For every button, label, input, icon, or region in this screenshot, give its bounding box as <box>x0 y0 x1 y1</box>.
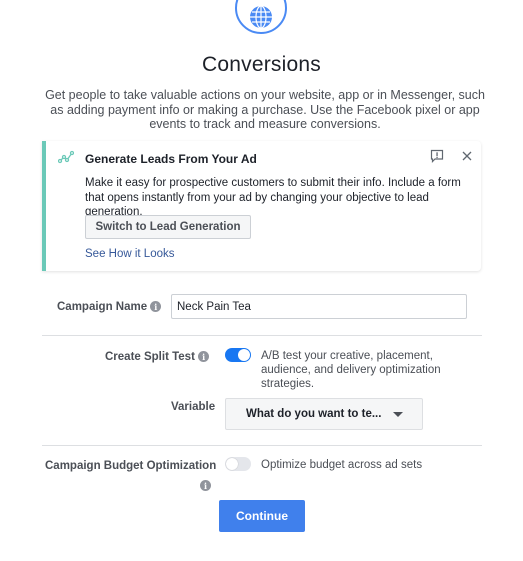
objective-icon-circle <box>235 0 287 34</box>
split-test-help: A/B test your creative, placement, audie… <box>261 350 441 390</box>
lead-generation-card: Generate Leads From Your Ad Make it easy… <box>42 141 481 271</box>
split-test-label: Create Split Test i <box>105 351 210 363</box>
objective-description: Get people to take valuable actions on y… <box>45 88 485 131</box>
budget-optimization-label: Campaign Budget Optimization <box>45 460 217 472</box>
info-icon[interactable]: i <box>150 301 162 313</box>
divider <box>42 445 482 446</box>
budget-optimization-help: Optimize budget across ad sets <box>261 459 423 471</box>
switch-to-lead-generation-button[interactable]: Switch to Lead Generation <box>85 215 251 239</box>
budget-optimization-toggle[interactable] <box>225 457 251 471</box>
campaign-name-label: Campaign Name i <box>57 301 162 313</box>
feedback-icon[interactable] <box>430 149 444 163</box>
campaign-name-input[interactable] <box>171 294 467 319</box>
caret-down-icon <box>393 411 404 417</box>
split-test-toggle[interactable] <box>225 348 251 362</box>
globe-icon <box>250 5 272 29</box>
info-icon[interactable]: i <box>198 351 210 363</box>
page-title: Conversions <box>202 53 321 76</box>
close-icon[interactable] <box>460 149 474 163</box>
divider <box>42 335 482 336</box>
card-description: Make it easy for prospective customers t… <box>85 177 461 218</box>
see-how-it-looks-link[interactable]: See How it Looks <box>85 248 175 260</box>
leads-graph-icon <box>58 150 74 164</box>
info-icon[interactable]: i <box>200 480 211 491</box>
variable-dropdown[interactable]: What do you want to te... <box>225 398 423 430</box>
variable-label: Variable <box>171 401 216 413</box>
card-title: Generate Leads From Your Ad <box>85 152 257 166</box>
continue-button[interactable]: Continue <box>219 500 305 532</box>
